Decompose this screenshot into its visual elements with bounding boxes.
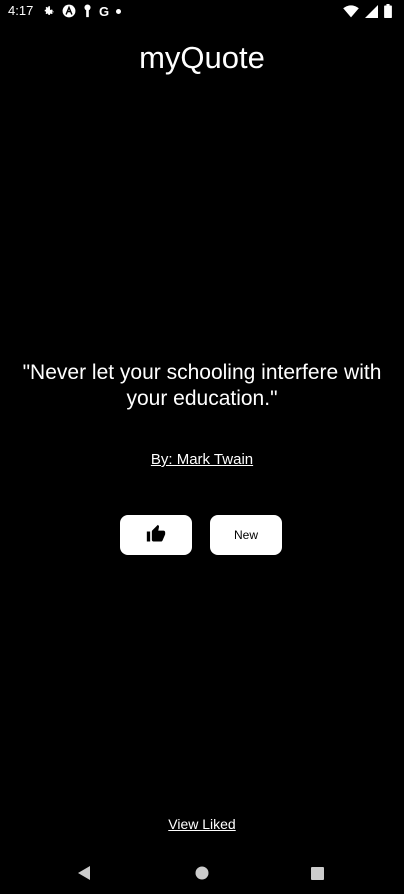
nav-bar — [0, 852, 404, 894]
back-icon[interactable] — [72, 864, 96, 882]
gear-icon — [42, 5, 55, 18]
home-icon[interactable] — [190, 864, 214, 882]
status-bar: 4:17 G — [0, 0, 404, 24]
quote-text: "Never let your schooling interfere with… — [22, 361, 382, 410]
view-liked-link[interactable]: View Liked — [0, 816, 404, 832]
like-button[interactable] — [120, 515, 192, 555]
a-badge-icon — [62, 4, 76, 18]
signal-icon — [365, 4, 378, 18]
dot-icon — [116, 8, 122, 14]
new-quote-button[interactable]: New — [210, 515, 282, 555]
wifi-icon — [343, 4, 359, 18]
status-icons-right — [343, 3, 392, 19]
status-time: 4:17 — [8, 3, 34, 18]
status-icons-left: G — [42, 3, 122, 19]
google-g-icon: G — [99, 3, 110, 19]
app-title: myQuote — [139, 40, 265, 75]
key-icon — [83, 4, 92, 18]
battery-icon — [384, 4, 392, 18]
thumbs-up-icon — [146, 524, 166, 547]
quote-author-link[interactable]: By: Mark Twain — [0, 451, 404, 468]
recents-icon[interactable] — [305, 864, 329, 882]
